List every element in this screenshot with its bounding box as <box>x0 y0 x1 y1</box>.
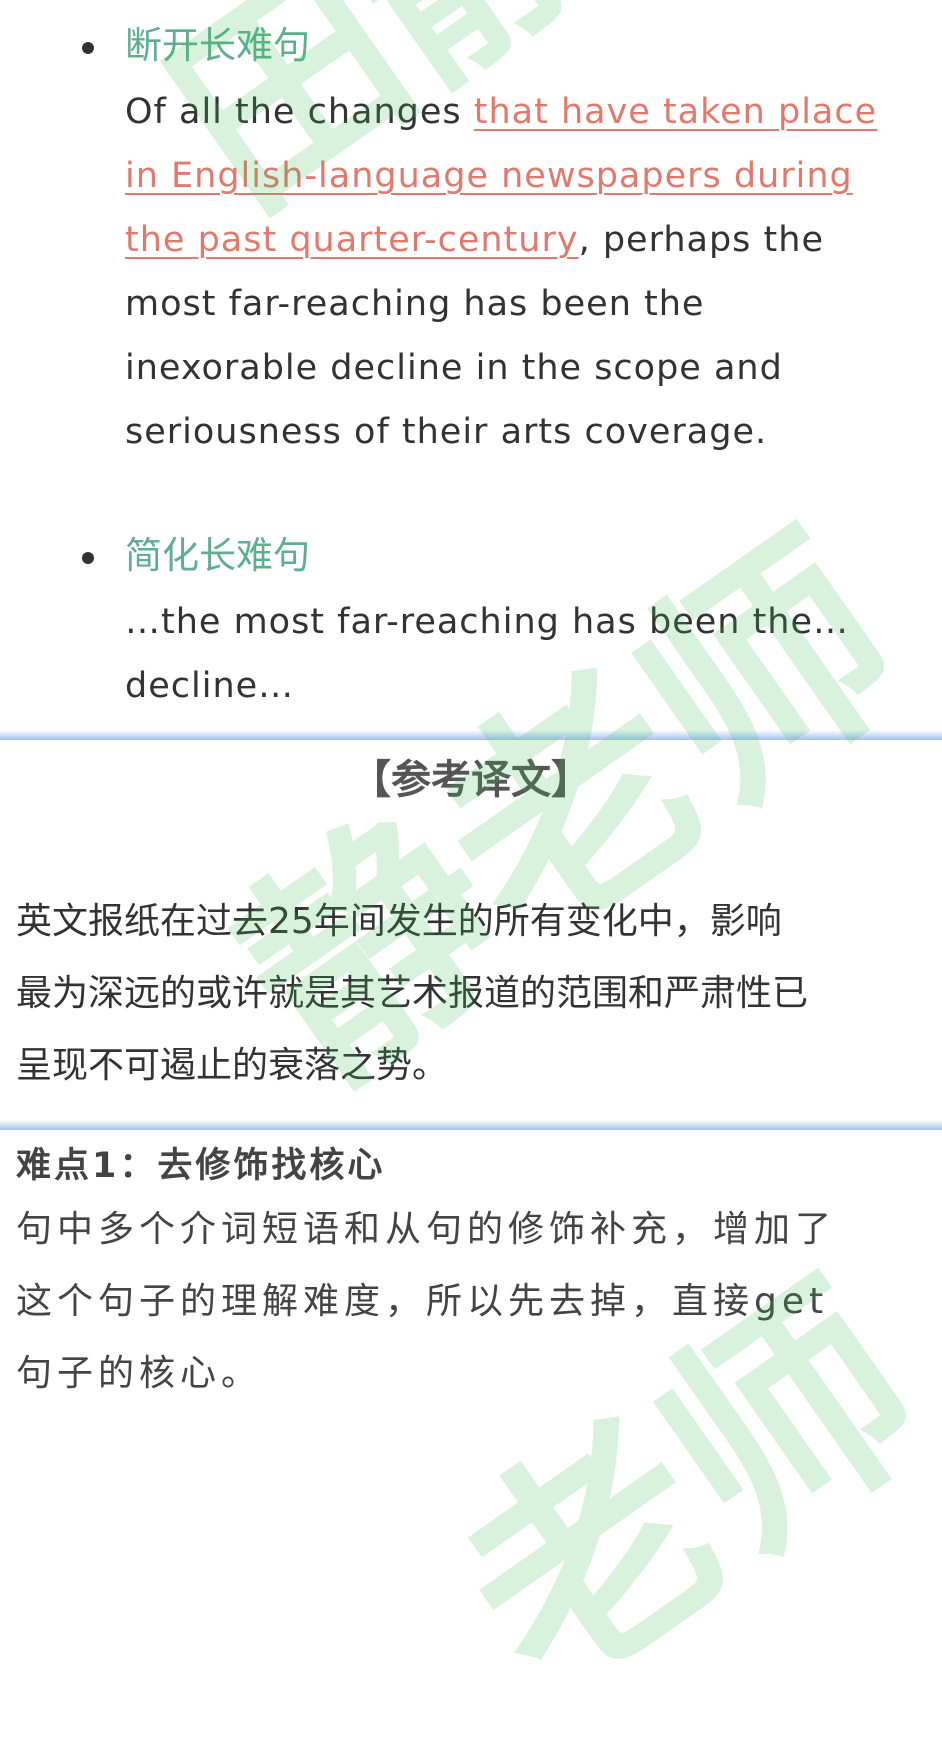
simplified-sentence: …the most far-reaching has been the… dec… <box>125 590 925 718</box>
reference-title: 【参考译文】 <box>351 757 591 803</box>
sentence-analysis-section: 断开长难句 Of all the changes that have taken… <box>0 0 942 740</box>
sentence-line: decline… <box>125 666 295 706</box>
bullet-dot <box>82 552 94 564</box>
sentence-line: …the most far-reaching has been the… <box>125 602 850 642</box>
reference-line: 呈现不可遏止的衰落之势。 <box>16 1045 449 1086</box>
difficulty-title: 难点1：去修饰找核心 <box>16 1146 386 1186</box>
reference-translation-section: 【参考译文】 英文报纸在过去25年间发生的所有变化中，影响 最为深远的或许就是其… <box>0 740 942 1130</box>
sentence-line: seriousness of their arts coverage. <box>125 412 768 452</box>
sentence-line: most far-reaching has been the <box>125 284 705 324</box>
difficulty-line: 句子的核心。 <box>16 1353 263 1394</box>
difficulty-line: 句中多个介词短语和从句的修饰补充，增加了 <box>16 1209 837 1250</box>
reference-line: 最为深远的或许就是其艺术报道的范围和严肃性已 <box>16 973 809 1014</box>
bullet-title-simplify: 简化长难句 <box>125 534 310 577</box>
difficulty-section: 难点1：去修饰找核心 句中多个介词短语和从句的修饰补充，增加了 这个句子的理解难… <box>0 1130 942 1426</box>
sentence-line: inexorable decline in the scope and <box>125 348 783 388</box>
section-divider <box>0 1120 942 1130</box>
difficulty-line: 这个句子的理解难度，所以先去掉，直接get <box>16 1281 829 1322</box>
sentence-line: Of all the changes that have taken place <box>125 92 878 132</box>
reference-line: 英文报纸在过去25年间发生的所有变化中，影响 <box>16 901 782 942</box>
bullet-dot <box>82 42 94 54</box>
difficulty-text: 句中多个介词短语和从句的修饰补充，增加了 这个句子的理解难度，所以先去掉，直接g… <box>16 1194 936 1410</box>
sentence-line: in English-language newspapers during <box>125 156 853 196</box>
sentence-line: the past quarter-century, perhaps the <box>125 220 824 260</box>
section-divider <box>0 730 942 740</box>
bullet-title-break: 断开长难句 <box>125 24 310 67</box>
reference-text: 英文报纸在过去25年间发生的所有变化中，影响 最为深远的或许就是其艺术报道的范围… <box>16 886 936 1102</box>
original-sentence: Of all the changes that have taken place… <box>125 80 925 464</box>
